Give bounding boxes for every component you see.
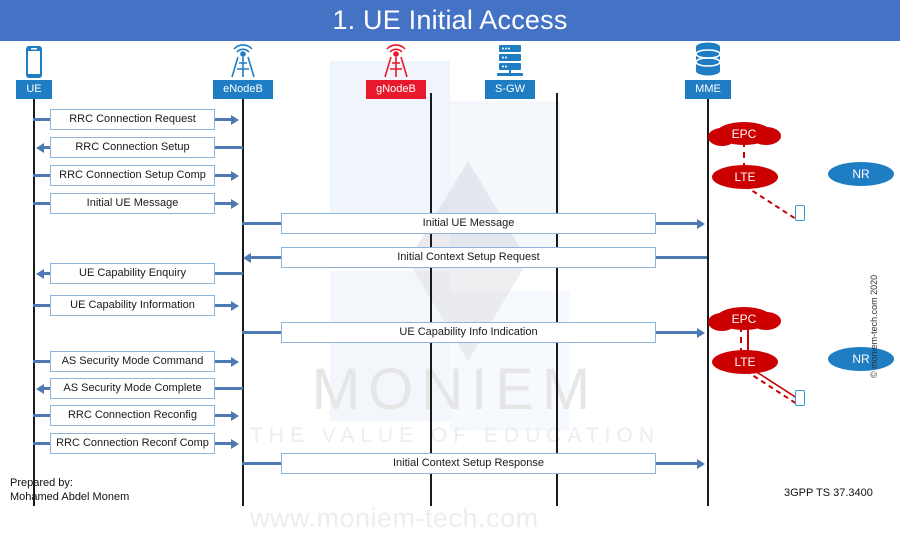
watermark-url: www.moniem-tech.com [250,503,539,533]
message-label: AS Security Mode Command [61,355,204,367]
message-box[interactable]: AS Security Mode Command [50,351,215,372]
message-label: AS Security Mode Complete [63,382,202,394]
arrow-head-right [231,438,239,449]
message-label: UE Capability Information [70,299,195,311]
title-bar: 1. UE Initial Access [0,0,900,43]
arrow-head-left [36,383,44,394]
message-label: Initial UE Message [86,197,179,209]
copyright-notice: © moniem-tech.com 2020 [869,274,879,378]
message-box[interactable]: UE Capability Enquiry [50,263,215,284]
message-box[interactable]: RRC Connection Reconf Comp [50,433,215,454]
arrow-head-left [36,142,44,153]
sequence-diagram-canvas: MONIEM THE VALUE OF EDUCATION www.moniem… [0,41,900,533]
message-label: Initial Context Setup Request [397,251,540,263]
arrow-head-right [231,356,239,367]
message-label: RRC Connection Request [69,113,196,125]
message-label: RRC Connection Reconfig [67,409,197,421]
message-label: RRC Connection Setup [75,141,190,153]
message-label: UE Capability Enquiry [79,267,186,279]
node-ue[interactable]: UE [4,41,64,99]
message-box[interactable]: RRC Connection Setup Comp [50,165,215,186]
nr-label: NR [852,352,870,366]
arrow-head-right [231,410,239,421]
arrow-head-left [36,268,44,279]
arrow-head-right [231,114,239,125]
message-label: RRC Connection Reconf Comp [56,437,209,449]
arrow-head-right [231,300,239,311]
nr-ellipse-upper: NR [828,162,894,186]
epc-cloud-lower: EPC [708,307,781,331]
author-name: Mohamed Abdel Monem [10,491,130,503]
node-gnodeb-label: gNodeB [366,80,426,99]
epc-label: EPC [731,311,757,326]
database-icon [678,41,738,79]
lifeline-sgw [556,93,558,506]
arrow-head-right [697,327,705,338]
message-label: Initial Context Setup Response [392,457,545,469]
spec-reference: 3GPP TS 37.3400 [784,487,873,499]
ue-phone-icon-lower [795,390,805,406]
nr-ellipse-lower: NR [828,347,894,371]
lifeline-mme [707,93,709,506]
ue-phone-icon-upper [795,205,805,221]
message-box[interactable]: Initial UE Message [281,213,656,234]
message-box[interactable]: AS Security Mode Complete [50,378,215,399]
node-mme[interactable]: MME [678,41,738,99]
bg-shape-6 [408,261,528,361]
arrow-head-right [231,170,239,181]
message-box[interactable]: RRC Connection Request [50,109,215,130]
message-label: RRC Connection Setup Comp [59,169,206,181]
message-box[interactable]: UE Capability Info Indication [281,322,656,343]
node-sgw[interactable]: S-GW [480,41,540,99]
node-sgw-label: S-GW [485,80,535,99]
lifeline-enodeb [242,93,244,506]
cell-tower-icon [213,41,273,79]
node-ue-label: UE [16,80,52,99]
message-box[interactable]: Initial Context Setup Response [281,453,656,474]
message-box[interactable]: Initial UE Message [50,193,215,214]
cell-tower-icon [366,41,426,79]
prepared-by-label: Prepared by: [10,477,73,489]
message-label: Initial UE Message [422,217,515,229]
bg-shape-5 [408,161,528,261]
message-box[interactable]: RRC Connection Setup [50,137,215,158]
lifeline-gnodeb [430,93,432,506]
prepared-by-block: Prepared by: Mohamed Abdel Monem [10,476,129,504]
arrow-head-left [243,252,251,263]
arrow-head-right [231,198,239,209]
node-gnodeb[interactable]: gNodeB [366,41,426,99]
nr-label: NR [852,167,870,181]
node-mme-label: MME [685,80,731,99]
page-title: 1. UE Initial Access [332,5,568,35]
arrow-head-right [697,218,705,229]
message-box[interactable]: RRC Connection Reconfig [50,405,215,426]
mobile-phone-icon [4,41,64,79]
server-stack-icon [480,41,540,79]
epc-label: EPC [731,126,757,141]
message-box[interactable]: UE Capability Information [50,295,215,316]
arrow-head-right [697,458,705,469]
message-label: UE Capability Info Indication [399,326,538,338]
message-box[interactable]: Initial Context Setup Request [281,247,656,268]
node-enodeb[interactable]: eNodeB [213,41,273,99]
node-enodeb-label: eNodeB [213,80,273,99]
